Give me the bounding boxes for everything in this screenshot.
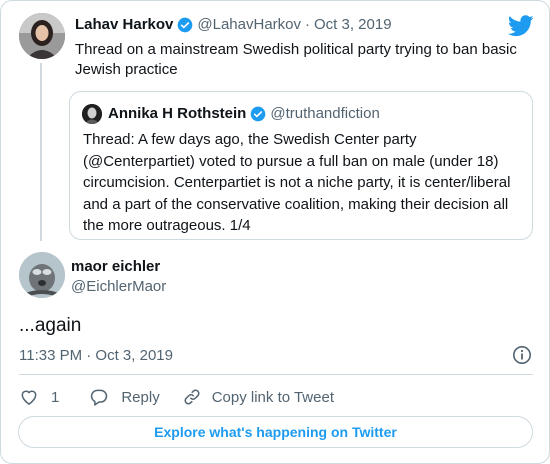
verified-badge-icon	[178, 17, 193, 32]
copy-link-label: Copy link to Tweet	[211, 388, 334, 406]
quoted-tweet-header: Annika H Rothstein @truthandfiction	[108, 105, 380, 122]
heart-icon	[21, 390, 37, 405]
thread-connector-line	[40, 63, 42, 241]
parent-tweet-header: Lahav Harkov @LahavHarkov · Oct 3, 2019	[75, 16, 392, 33]
tweet-date[interactable]: Oct 3, 2019	[314, 16, 392, 33]
tweet-text: ...again	[19, 315, 82, 336]
author-handle: @truthandfiction	[270, 105, 380, 122]
like-button[interactable]: 1	[19, 387, 59, 407]
avatar	[82, 104, 102, 124]
tweet-embed-card: Lahav Harkov @LahavHarkov · Oct 3, 2019 …	[0, 0, 550, 464]
parent-tweet-text: Thread on a mainstream Swedish political…	[75, 41, 517, 78]
avatar-photo	[82, 104, 102, 124]
avatar[interactable]	[19, 13, 65, 59]
tweet-actions: 1 Reply Copy link to Tweet	[19, 385, 334, 409]
author-name[interactable]: Lahav Harkov	[75, 16, 173, 33]
author-name: Annika H Rothstein	[108, 105, 247, 122]
explore-twitter-button[interactable]: Explore what's happening on Twitter	[18, 416, 533, 448]
quoted-tweet[interactable]: Annika H Rothstein @truthandfiction Thre…	[69, 91, 533, 240]
like-count: 1	[51, 388, 60, 406]
avatar[interactable]	[19, 252, 65, 298]
separator-dot: ·	[305, 16, 310, 33]
quoted-tweet-text: Thread: A few days ago, the Swedish Cent…	[83, 131, 511, 234]
verified-badge-icon	[251, 106, 266, 121]
author-handle[interactable]: @EichlerMaor	[71, 278, 166, 295]
reply-button[interactable]: Reply	[89, 387, 160, 407]
divider	[19, 374, 533, 375]
copy-link-button[interactable]: Copy link to Tweet	[182, 387, 334, 407]
author-name[interactable]: maor eichler	[71, 258, 160, 275]
reply-label: Reply	[121, 388, 160, 406]
link-icon	[184, 389, 200, 405]
avatar-photo	[19, 252, 65, 298]
info-icon[interactable]	[512, 345, 532, 365]
avatar-photo	[19, 13, 65, 59]
tweet-timestamp[interactable]: 11:33 PM · Oct 3, 2019	[19, 347, 173, 364]
author-handle[interactable]: @LahavHarkov	[197, 16, 301, 33]
reply-icon	[91, 389, 108, 406]
twitter-bird-icon[interactable]	[508, 15, 534, 37]
